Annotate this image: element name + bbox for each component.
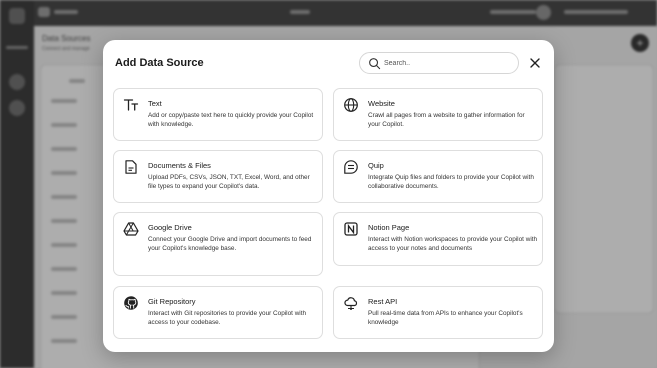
modal-title: Add Data Source [115, 57, 204, 69]
card-title: Documents & Files [148, 161, 211, 170]
source-card-rest-api[interactable]: Rest API Pull real-time data from APIs t… [333, 286, 543, 339]
close-icon[interactable] [528, 56, 542, 70]
document-icon [122, 158, 140, 176]
notion-icon [342, 220, 360, 238]
source-card-text[interactable]: Text Add or copy/paste text here to quic… [113, 88, 323, 141]
source-card-google-drive[interactable]: Google Drive Connect your Google Drive a… [113, 212, 323, 276]
text-icon [122, 96, 140, 114]
api-cloud-icon [342, 294, 360, 312]
source-card-documents[interactable]: Documents & Files Upload PDFs, CSVs, JSO… [113, 150, 323, 203]
card-description: Connect your Google Drive and import doc… [148, 236, 312, 252]
source-card-website[interactable]: Website Crawl all pages from a website t… [333, 88, 543, 141]
card-title: Google Drive [148, 223, 192, 232]
card-title: Text [148, 99, 162, 108]
card-description: Interact with Notion workspaces to provi… [368, 236, 538, 252]
globe-icon [342, 96, 360, 114]
google-drive-icon [122, 220, 140, 238]
card-description: Upload PDFs, CSVs, JSON, TXT, Excel, Wor… [148, 174, 310, 190]
card-description: Add or copy/paste text here to quickly p… [148, 112, 314, 128]
card-title: Website [368, 99, 395, 108]
card-description: Integrate Quip files and folders to prov… [368, 174, 534, 190]
card-title: Rest API [368, 297, 398, 306]
source-card-notion[interactable]: Notion Page Interact with Notion workspa… [333, 212, 543, 266]
card-title: Notion Page [368, 223, 410, 232]
card-description: Interact with Git repositories to provid… [148, 310, 307, 326]
source-card-quip[interactable]: Quip Integrate Quip files and folders to… [333, 150, 543, 203]
card-title: Git Repository [148, 297, 196, 306]
card-title: Quip [368, 161, 384, 170]
quip-icon [342, 158, 360, 176]
card-description: Crawl all pages from a website to gather… [368, 112, 525, 128]
search-box[interactable] [359, 52, 519, 74]
search-input[interactable] [384, 56, 512, 71]
github-icon [122, 294, 140, 312]
source-card-git[interactable]: Git Repository Interact with Git reposit… [113, 286, 323, 339]
add-data-source-modal: Add Data Source Text Add or copy/paste t… [103, 40, 554, 352]
card-description: Pull real-time data from APIs to enhance… [368, 310, 523, 326]
search-icon [369, 58, 381, 70]
